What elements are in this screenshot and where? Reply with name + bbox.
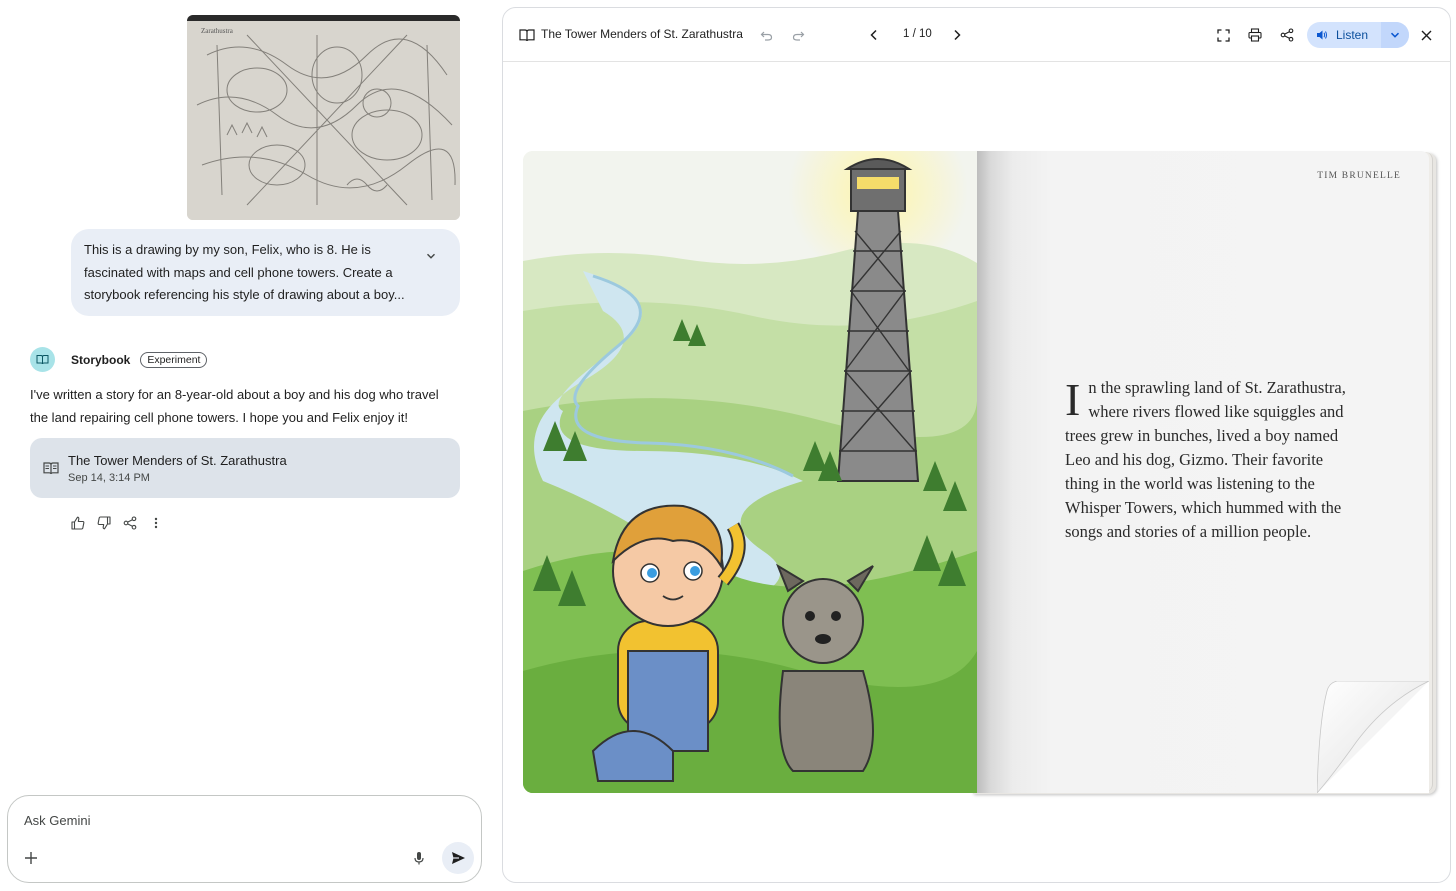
viewer-toolbar: The Tower Menders of St. Zarathustra 1 /… <box>503 8 1450 62</box>
storybook-viewer: The Tower Menders of St. Zarathustra 1 /… <box>502 7 1451 883</box>
open-book: TIM BRUNELLE In the sprawling land of St… <box>523 151 1438 794</box>
page-curl-turn-button[interactable] <box>1317 681 1429 793</box>
attachment-handwriting: Zarathustra <box>201 27 234 35</box>
experiment-badge: Experiment <box>140 351 208 368</box>
story-paragraph: n the sprawling land of St. Zarathustra,… <box>1065 378 1346 541</box>
open-book-icon <box>519 29 535 42</box>
print-icon <box>1248 28 1262 42</box>
plus-icon <box>25 852 37 864</box>
print-button[interactable] <box>1247 27 1263 43</box>
fullscreen-icon <box>1216 28 1230 42</box>
close-icon <box>1421 30 1431 40</box>
listen-button[interactable]: Listen <box>1307 22 1380 48</box>
agent-message: I've written a story for an 8-year-old a… <box>30 387 439 425</box>
undo-icon <box>760 31 772 41</box>
text-page: TIM BRUNELLE In the sprawling land of St… <box>977 151 1429 793</box>
drop-cap: I <box>1065 374 1081 425</box>
storybook-avatar <box>30 347 55 372</box>
response-actions <box>70 515 164 531</box>
viewer-title: The Tower Menders of St. Zarathustra <box>541 27 743 41</box>
prompt-box <box>7 795 482 883</box>
listen-control: Listen <box>1307 22 1409 48</box>
chat-panel: Zarathustra This is a drawing by my son,… <box>0 0 492 891</box>
send-button[interactable] <box>442 842 474 874</box>
more-vertical-icon <box>154 517 158 529</box>
book-icon <box>36 355 49 365</box>
pencil-map-drawing: Zarathustra <box>187 15 460 220</box>
share-button[interactable] <box>122 515 138 531</box>
user-message-bubble: This is a drawing by my son, Felix, who … <box>71 229 460 316</box>
next-page-button[interactable] <box>949 27 965 43</box>
story-card-date: Sep 14, 3:14 PM <box>68 471 150 484</box>
send-icon <box>452 852 465 864</box>
microphone-button[interactable] <box>411 850 427 866</box>
previous-page-button[interactable] <box>866 27 882 43</box>
user-message-text: This is a drawing by my son, Felix, who … <box>84 242 405 302</box>
open-book-icon <box>43 462 59 475</box>
agent-name: Storybook <box>71 352 131 367</box>
redo-button[interactable] <box>790 27 806 43</box>
undo-button[interactable] <box>758 27 774 43</box>
attached-drawing-image[interactable]: Zarathustra <box>187 15 460 220</box>
close-button[interactable] <box>1418 27 1434 43</box>
add-attachment-button[interactable] <box>23 850 39 866</box>
fullscreen-button[interactable] <box>1215 27 1231 43</box>
expand-message-button[interactable] <box>422 247 440 265</box>
page-indicator: 1 / 10 <box>903 28 932 40</box>
listen-label: Listen <box>1336 28 1369 42</box>
agent-header: Storybook Experiment <box>30 347 208 372</box>
more-options-button[interactable] <box>148 515 164 531</box>
story-illustration <box>523 151 977 793</box>
chevron-right-icon <box>954 29 961 41</box>
share-icon <box>1280 28 1294 42</box>
chevron-down-icon <box>1390 32 1400 38</box>
story-card-title: The Tower Menders of St. Zarathustra <box>68 452 287 468</box>
illustration-page <box>523 151 977 793</box>
story-text: In the sprawling land of St. Zarathustra… <box>1065 376 1355 544</box>
tower <box>836 158 920 482</box>
chevron-down-icon <box>427 253 435 259</box>
author-name: TIM BRUNELLE <box>1317 171 1401 181</box>
chevron-left-icon <box>870 29 877 41</box>
redo-icon <box>792 31 804 41</box>
share-button[interactable] <box>1279 27 1295 43</box>
thumbs-up-icon <box>71 516 85 530</box>
thumbs-down-button[interactable] <box>96 515 112 531</box>
thumbs-up-button[interactable] <box>70 515 86 531</box>
ask-gemini-input[interactable] <box>24 810 404 830</box>
thumbs-down-icon <box>97 516 111 530</box>
listen-options-button[interactable] <box>1381 22 1409 48</box>
speaker-icon <box>1317 30 1327 40</box>
microphone-icon <box>414 852 424 865</box>
story-card[interactable]: The Tower Menders of St. Zarathustra Sep… <box>30 438 460 498</box>
share-icon <box>123 516 137 530</box>
